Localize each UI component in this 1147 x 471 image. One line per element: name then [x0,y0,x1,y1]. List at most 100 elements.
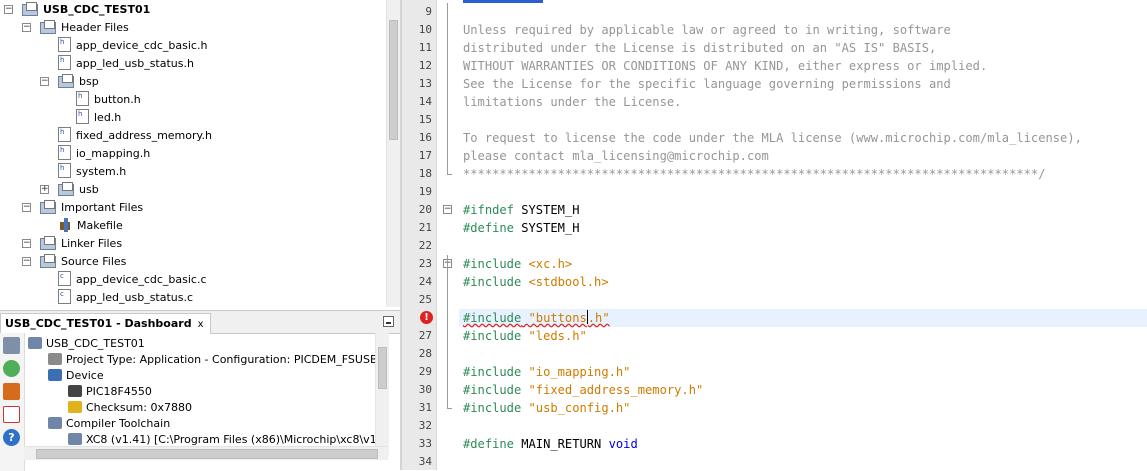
tree-item[interactable]: fixed_address_memory.h [58,127,212,145]
line-number: 13 [418,77,432,90]
code-line[interactable]: See the License for the specific languag… [463,75,951,93]
dashboard-item[interactable]: Checksum: 0x7880 [68,400,192,416]
code-line[interactable]: limitations under the License. [463,93,681,111]
project-properties-icon[interactable] [3,337,20,354]
code-token: distributed under the License is distrib… [463,41,937,55]
code-line[interactable]: please contact mla_licensing@microchip.c… [463,147,769,165]
dashboard-tab[interactable]: USB_CDC_TEST01 - Dashboard x [0,313,211,334]
tree-item[interactable]: Source Files [40,253,126,271]
code-line[interactable]: #include <xc.h> [463,255,572,273]
dashboard-tab-label: USB_CDC_TEST01 - Dashboard [5,317,192,330]
project-icon [28,337,42,349]
tree-item[interactable]: USB_CDC_TEST01 [22,1,150,19]
code-line[interactable]: #ifndef SYSTEM_H [463,201,580,219]
project-tree-scrollbar[interactable] [386,0,400,307]
code-line[interactable]: #define MAIN_RETURN void [463,435,638,453]
code-line[interactable]: To request to license the code under the… [463,129,1082,147]
code-token: <xc.h> [521,257,573,271]
tree-item[interactable]: Makefile [58,217,123,235]
code-token: "fixed_address_memory.h" [521,383,704,397]
collapse-icon[interactable]: − [4,5,13,14]
line-number: 10 [418,23,432,36]
line-number: 34 [418,455,432,468]
chip-icon [68,385,82,397]
code-editor[interactable]: 9 10 11 12 13 14 15 16 17 18 19 20 21 22 23 24 25! 27 28 29… [402,0,1147,470]
tree-item[interactable]: app_device_cdc_basic.h [58,37,207,55]
code-line[interactable]: distributed under the License is distrib… [463,39,936,57]
folder-icon [40,254,56,268]
tree-item[interactable]: app_led_usb_status.c [58,289,193,307]
error-icon[interactable]: ! [420,311,433,324]
dashboard-item[interactable]: USB_CDC_TEST01 [28,336,145,352]
line-number: 30 [418,383,432,396]
tree-item[interactable]: button.h [76,91,141,109]
code-token: #include [463,365,522,379]
close-icon[interactable]: x [198,319,204,330]
tree-item[interactable]: led.h [76,109,121,127]
tree-item[interactable]: bsp [58,73,99,91]
line-number: 28 [418,347,432,360]
code-line[interactable]: Unless required by applicable law or agr… [463,21,951,39]
scroll-indicator [463,0,543,3]
code-token: ****************************************… [463,167,1046,181]
collapse-icon[interactable]: − [22,239,31,248]
tree-item-label: Source Files [61,255,127,268]
code-line[interactable]: #include "fixed_address_memory.h" [463,381,703,399]
tree-item-label: usb [79,183,99,196]
code-line[interactable]: #define SYSTEM_H [463,219,580,237]
dashboard-item[interactable]: Device [48,368,104,384]
tree-item[interactable]: app_led_usb_status.h [58,55,194,73]
code-token: MAIN_RETURN [513,437,609,451]
expand-icon[interactable]: + [40,185,49,194]
dashboard-hscrollbar[interactable] [24,446,388,460]
scrollbar-thumb[interactable] [36,449,378,459]
dashboard-item-label: Compiler Toolchain [66,417,171,430]
line-number: 32 [418,419,432,432]
fold-toggle-icon[interactable]: − [443,205,452,214]
code-token: "buttons [528,311,587,325]
code-token: #include [463,401,522,415]
line-number: 19 [418,185,432,198]
minimize-icon[interactable] [383,316,394,327]
tree-item[interactable]: Header Files [40,19,129,37]
collapse-icon[interactable]: − [40,77,49,86]
tree-item[interactable]: app_device_cdc_basic.c [58,271,207,289]
code-line[interactable]: #include "leds.h" [463,327,587,345]
checksum-icon [68,401,82,413]
tree-item[interactable]: usb [58,181,99,199]
line-number: 22 [418,239,432,252]
dashboard-item[interactable]: PIC18F4550 [68,384,152,400]
dashboard-item-label: PIC18F4550 [86,385,152,398]
code-line[interactable]: ****************************************… [463,165,1045,183]
tree-item[interactable]: Important Files [40,199,143,217]
tree-item[interactable]: system.h [58,163,126,181]
dashboard-vscrollbar[interactable] [375,333,389,457]
code-line[interactable]: #include "io_mapping.h" [463,363,630,381]
code-line[interactable]: #include <stdbool.h> [463,273,609,291]
code-token: "leds.h" [521,329,587,343]
collapse-icon[interactable]: − [22,203,31,212]
code-token: #include [463,329,522,343]
scrollbar-thumb[interactable] [389,20,398,140]
hardware-tool-icon[interactable] [3,383,20,400]
code-line[interactable]: #include "buttons.h" [463,309,610,327]
code-token: #define [463,437,514,451]
collapse-icon[interactable]: − [22,23,31,32]
line-number: 12 [418,59,432,72]
collapse-icon[interactable]: − [22,257,31,266]
scrollbar-thumb[interactable] [378,347,387,389]
tree-item[interactable]: io_mapping.h [58,145,150,163]
header-file-icon [76,109,89,124]
tree-item[interactable]: Linker Files [40,235,122,253]
compiler-icon [48,417,62,429]
help-icon[interactable]: ? [3,429,20,446]
project-type-icon [48,353,62,365]
code-line[interactable]: #include "usb_config.h" [463,399,630,417]
tree-item-label: app_led_usb_status.c [76,291,194,304]
dashboard-item[interactable]: Project Type: Application - Configuratio… [48,352,378,368]
dashboard-item[interactable]: Compiler Toolchain [48,416,170,432]
pdf-icon[interactable] [3,406,20,423]
code-token: Unless required by applicable law or agr… [463,23,951,37]
refresh-icon[interactable] [3,360,20,377]
code-line[interactable]: WITHOUT WARRANTIES OR CONDITIONS OF ANY … [463,57,987,75]
